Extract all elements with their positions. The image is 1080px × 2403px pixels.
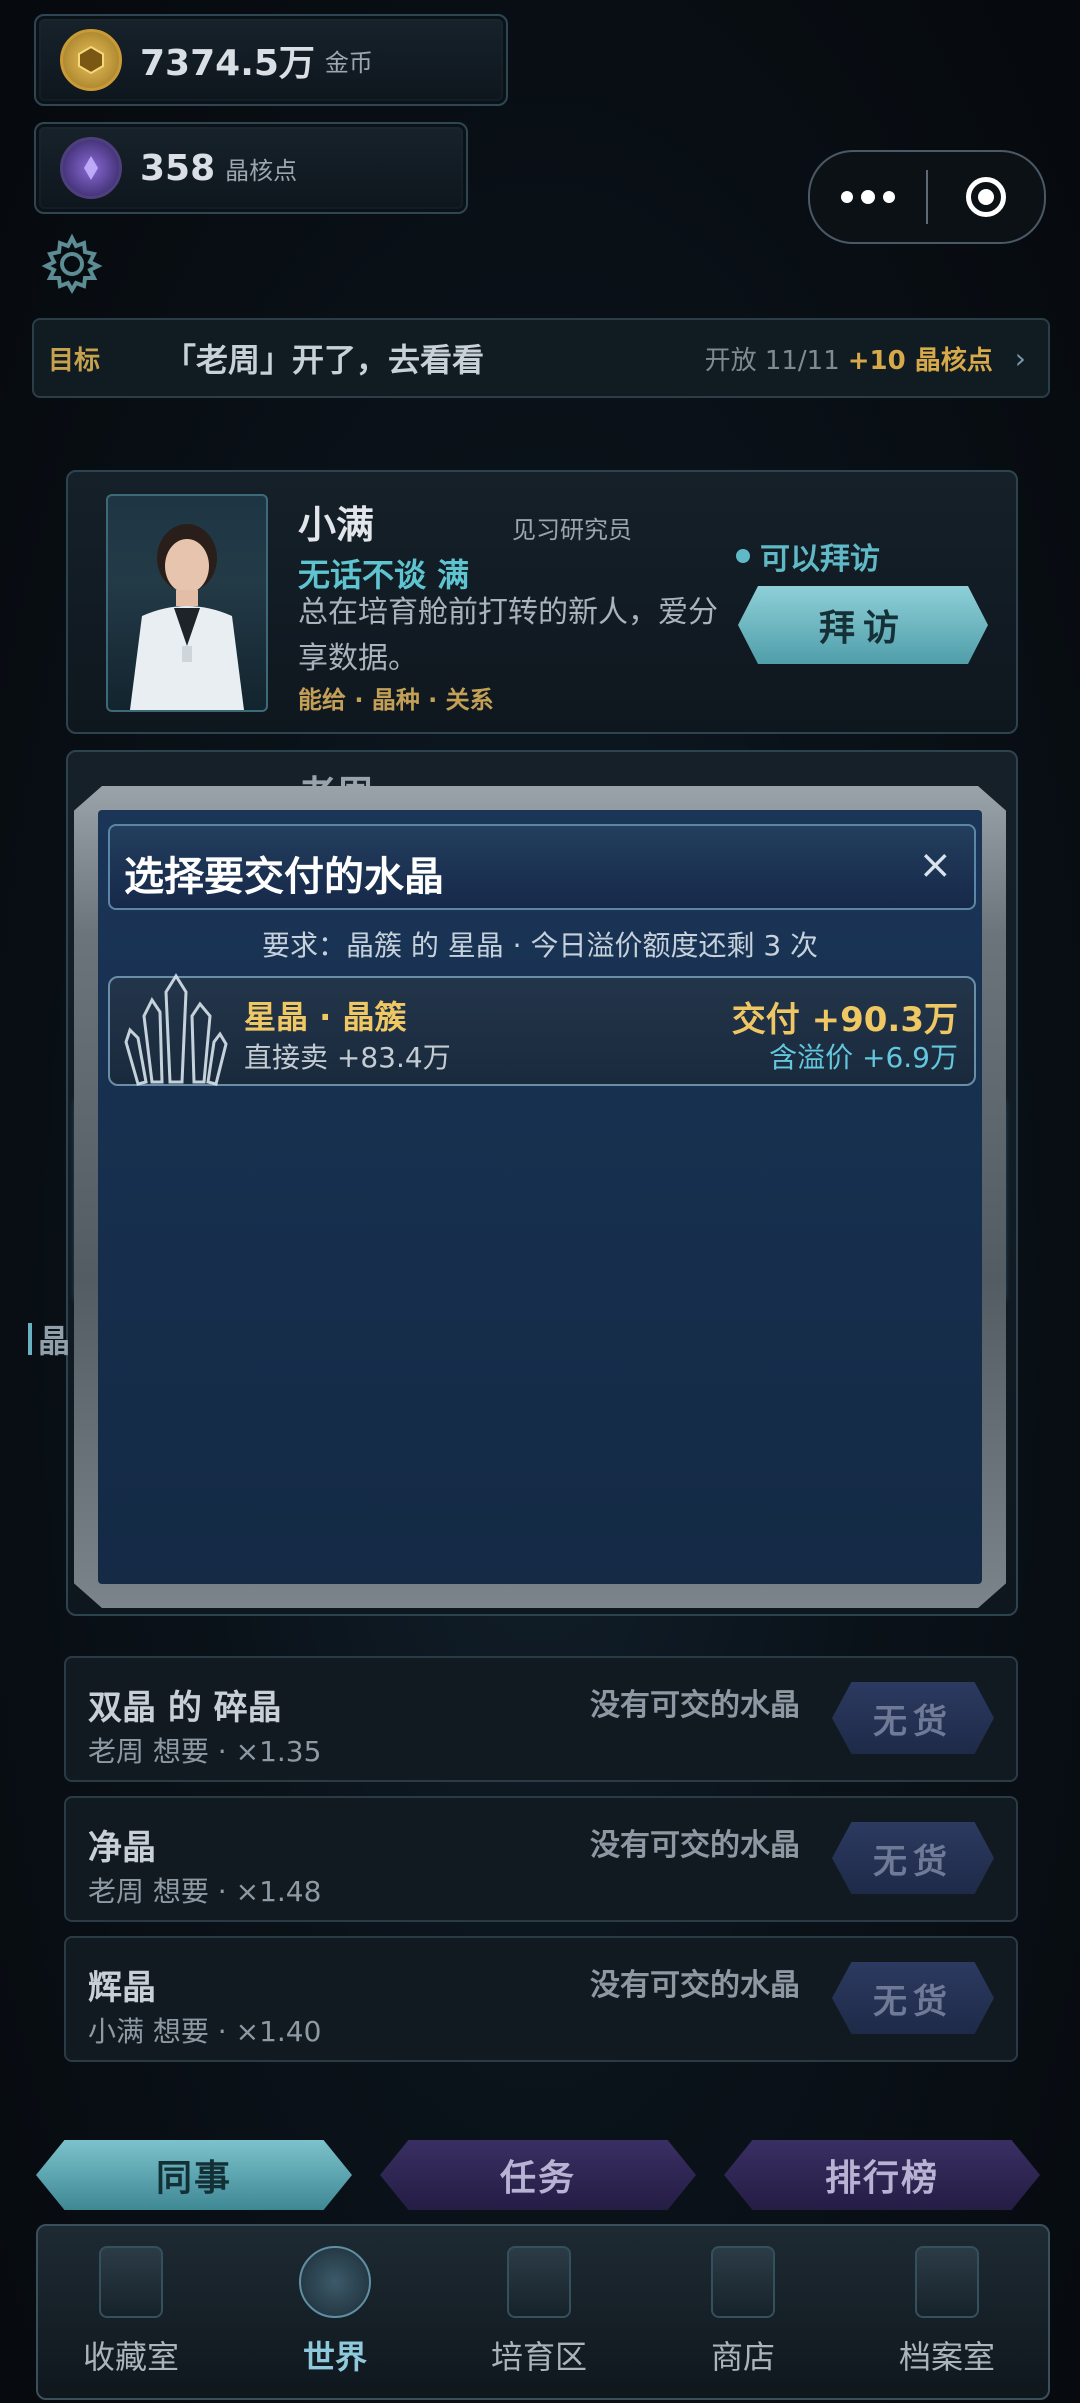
goal-open-count: 开放 11/11	[704, 345, 840, 376]
order-subtitle: 老周 想要 · ×1.48	[88, 1875, 322, 1908]
modal-header: 选择要交付的水晶 ×	[108, 824, 976, 910]
goal-label: 目标	[48, 345, 101, 376]
core-unit: 晶核点	[225, 156, 298, 185]
nav-collection-room[interactable]: 收藏室	[56, 2246, 206, 2386]
target-close-icon[interactable]	[928, 152, 1044, 242]
npc-description: 总在培育舱前打转的新人，爱分 享数据。	[298, 595, 718, 676]
npc-role: 见习研究员	[512, 516, 632, 544]
tab-leaderboard[interactable]: 排行榜	[724, 2140, 1040, 2210]
nav-label: 收藏室	[82, 2338, 179, 2376]
out-of-stock-button[interactable]: 无货	[832, 1962, 994, 2034]
gold-value: 7374.5万	[140, 43, 315, 84]
crystal-name: 星晶 · 晶簇	[244, 998, 407, 1036]
gold-coin-icon	[60, 29, 122, 91]
order-status: 没有可交的水晶	[590, 1828, 800, 1863]
crystal-cluster-icon	[116, 972, 236, 1088]
order-status: 没有可交的水晶	[590, 1688, 800, 1723]
tab-tasks[interactable]: 任务	[380, 2140, 696, 2210]
npc-portrait	[106, 494, 268, 712]
out-of-stock-button[interactable]: 无货	[832, 1822, 994, 1894]
order-title: 净晶	[88, 1828, 156, 1868]
crystal-direct-sell: 直接卖 +83.4万	[244, 1041, 451, 1074]
order-status: 没有可交的水晶	[590, 1968, 800, 2003]
nav-label: 世界	[302, 2338, 367, 2376]
order-row: 双晶 的 碎晶 老周 想要 · ×1.35 没有可交的水晶 无货	[64, 1656, 1018, 1782]
core-value: 358	[140, 147, 216, 189]
nav-shop[interactable]: 商店	[668, 2246, 818, 2386]
side-label: 晶	[28, 1316, 70, 1362]
collection-room-icon	[99, 2246, 163, 2318]
archive-icon	[915, 2246, 979, 2318]
npc-name: 小满	[298, 503, 375, 547]
miniprogram-capsule	[808, 150, 1046, 244]
modal-requirement: 要求：晶簇 的 星晶 · 今日溢价额度还剩 3 次	[261, 929, 819, 962]
nav-world[interactable]: 世界	[260, 2246, 410, 2386]
nav-archive[interactable]: 档案室	[872, 2246, 1022, 2386]
bottom-nav: 收藏室 世界 培育区 商店 档案室	[36, 2224, 1050, 2400]
incubator-icon	[507, 2246, 571, 2318]
crystal-deliver-value: 交付 +90.3万	[731, 1000, 958, 1040]
gold-unit: 金币	[324, 48, 373, 77]
crystal-option[interactable]: 星晶 · 晶簇 直接卖 +83.4万 交付 +90.3万 含溢价 +6.9万	[108, 973, 976, 1086]
chevron-right-icon: ›	[1014, 341, 1026, 375]
nav-label: 档案室	[898, 2338, 995, 2376]
npc-tags: 能给 · 晶种 · 关系	[298, 686, 494, 714]
order-row: 净晶 老周 想要 · ×1.48 没有可交的水晶 无货	[64, 1796, 1018, 1922]
gear-icon[interactable]	[40, 232, 104, 296]
tab-colleagues[interactable]: 同事	[36, 2140, 352, 2210]
nav-label: 培育区	[490, 2338, 587, 2376]
modal-title: 选择要交付的水晶	[124, 854, 444, 900]
npc-card-xiaoman: 小满 见习研究员 无话不谈 满 总在培育舱前打转的新人，爱分 享数据。 能给 ·…	[66, 470, 1018, 734]
close-icon[interactable]: ×	[918, 842, 952, 888]
nav-incubator[interactable]: 培育区	[464, 2246, 614, 2386]
more-dots-icon[interactable]	[810, 152, 926, 242]
visit-status: 可以拜访	[736, 534, 880, 578]
order-title: 双晶 的 碎晶	[88, 1688, 282, 1728]
crystal-premium: 含溢价 +6.9万	[769, 1041, 958, 1074]
nav-label: 商店	[710, 2338, 775, 2376]
goal-bar[interactable]: 目标 「老周」开了，去看看 开放 11/11 +10 晶核点 ›	[32, 318, 1050, 398]
status-dot-icon	[736, 549, 750, 563]
order-subtitle: 老周 想要 · ×1.35	[88, 1735, 322, 1768]
crystal-core-icon	[60, 137, 122, 199]
goal-text: 「老周」开了，去看看	[164, 341, 485, 379]
visit-button[interactable]: 拜访	[738, 586, 988, 664]
order-title: 辉晶	[88, 1968, 156, 2008]
gold-panel: 7374.5万 金币	[34, 14, 508, 106]
shop-icon	[711, 2246, 775, 2318]
out-of-stock-button[interactable]: 无货	[832, 1682, 994, 1754]
order-row: 辉晶 小满 想要 · ×1.40 没有可交的水晶 无货	[64, 1936, 1018, 2062]
order-subtitle: 小满 想要 · ×1.40	[88, 2015, 322, 2048]
world-icon	[299, 2246, 371, 2318]
core-panel: 358 晶核点	[34, 122, 468, 214]
goal-reward: +10 晶核点	[847, 345, 993, 376]
